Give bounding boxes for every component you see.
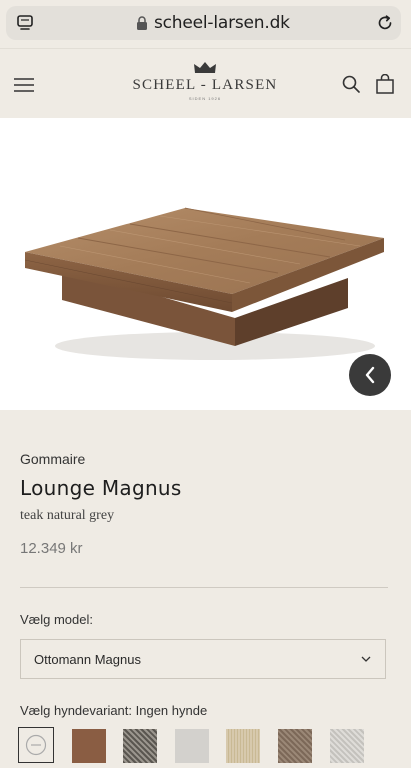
product-brand[interactable]: Gommaire bbox=[20, 451, 85, 467]
product-image bbox=[0, 118, 411, 410]
chevron-down-icon bbox=[361, 656, 371, 662]
search-icon[interactable] bbox=[342, 75, 360, 93]
swatch-charcoal-tweed[interactable] bbox=[123, 729, 157, 763]
cushion-swatches bbox=[18, 727, 411, 768]
divider bbox=[20, 587, 388, 588]
hamburger-menu-icon[interactable] bbox=[14, 77, 34, 93]
product-price: 12.349 kr bbox=[20, 540, 83, 557]
site-header: SCHEEL - LARSEN SIDEN 1926 bbox=[0, 48, 411, 119]
model-label: Vælg model: bbox=[20, 612, 93, 627]
swatch-pale-grey[interactable] bbox=[330, 729, 364, 763]
browser-toolbar: scheel-larsen.dk bbox=[0, 0, 411, 48]
swatch-brown[interactable] bbox=[72, 729, 106, 763]
tabs-icon[interactable] bbox=[16, 14, 34, 32]
cushion-label: Vælg hyndevariant: Ingen hynde bbox=[20, 703, 208, 718]
logo-subtext: SIDEN 1926 bbox=[188, 96, 222, 101]
swatch-beige[interactable] bbox=[226, 729, 260, 763]
product-title: Lounge Magnus bbox=[20, 476, 182, 500]
shopping-bag-icon[interactable] bbox=[375, 74, 395, 94]
product-variant: teak natural grey bbox=[20, 508, 115, 523]
product-table-image bbox=[24, 207, 384, 360]
model-select-value: Ottomann Magnus bbox=[34, 652, 141, 667]
reload-icon[interactable] bbox=[376, 14, 394, 32]
no-cushion-icon bbox=[25, 734, 47, 756]
site-logo[interactable]: SCHEEL - LARSEN SIDEN 1926 bbox=[120, 61, 290, 107]
swatch-taupe[interactable] bbox=[278, 729, 312, 763]
address-bar[interactable]: scheel-larsen.dk bbox=[6, 6, 401, 40]
chevron-left-icon bbox=[365, 366, 375, 384]
url-text[interactable]: scheel-larsen.dk bbox=[154, 13, 290, 33]
swatch-light-grey[interactable] bbox=[175, 729, 209, 763]
lock-icon bbox=[137, 16, 147, 30]
gallery-prev-button[interactable] bbox=[349, 354, 391, 396]
model-select[interactable]: Ottomann Magnus bbox=[20, 639, 386, 679]
swatch-none[interactable] bbox=[18, 727, 54, 763]
crown-icon bbox=[194, 62, 216, 73]
logo-text: SCHEEL - LARSEN bbox=[132, 77, 278, 93]
